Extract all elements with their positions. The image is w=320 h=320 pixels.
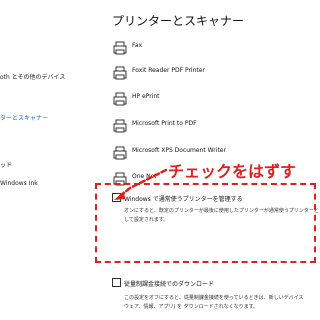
sidebar-item-pen[interactable]: ッド <box>0 160 12 169</box>
metered-download-desc-line2: ウェア、情報、アプリ) を ダウンロードされなくなります。 <box>124 304 259 310</box>
printer-name: Fax <box>132 42 143 49</box>
printer-name: Microsoft XPS Document Writer <box>132 147 226 154</box>
metered-download-desc-line1: この設定をオフにすると、従量制課金接続を使っているときは、新しいデバイス <box>124 295 304 301</box>
printer-name: HP ePrint <box>132 93 160 100</box>
printer-icon <box>113 92 127 106</box>
printer-name: Microsoft Print to PDF <box>132 120 197 127</box>
annotation-dashed-box <box>95 183 316 263</box>
printer-name: Foxit Reader PDF Printer <box>132 67 205 74</box>
printer-icon <box>113 146 127 160</box>
printer-item-fax[interactable]: Fax <box>112 38 312 62</box>
settings-sidebar: oth とその他のデバイス ターとスキャナー ッド Windows Ink <box>0 0 100 320</box>
printer-icon <box>113 66 127 80</box>
sidebar-item-bluetooth[interactable]: oth とその他のデバイス <box>0 72 65 81</box>
sidebar-item-printers[interactable]: ターとスキャナー <box>0 113 48 122</box>
printer-item-foxit[interactable]: Foxit Reader PDF Printer <box>112 63 312 87</box>
printer-item-ms-pdf[interactable]: Microsoft Print to PDF <box>112 116 312 140</box>
printer-name: One Not <box>132 173 157 180</box>
printer-item-hp-eprint[interactable]: HP ePrint <box>112 89 312 113</box>
metered-download-label: 従量制課金接続でのダウンロード <box>124 281 215 288</box>
metered-download-checkbox[interactable] <box>112 278 121 287</box>
sidebar-item-windows-ink[interactable]: Windows Ink <box>0 180 38 187</box>
fax-icon <box>113 41 127 55</box>
printer-icon <box>113 119 127 133</box>
page-title: プリンターとスキャナー <box>112 14 245 28</box>
annotation-label: チェックをはずす <box>168 162 297 181</box>
